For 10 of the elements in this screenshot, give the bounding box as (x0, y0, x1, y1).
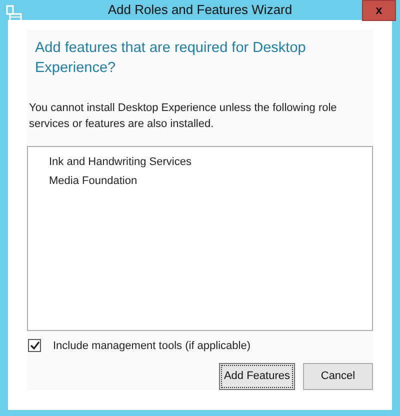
description-text: You cannot install Desktop Experience unless the following role services or features are also installed. (29, 100, 338, 132)
feature-item[interactable]: Ink and Handwriting Services (49, 152, 372, 172)
dialog-heading: Add features that are required for Desktop Experience? (35, 38, 307, 78)
checkbox-label: Include management tools (if applicable) (53, 338, 251, 354)
add-features-button[interactable]: Add Features (218, 363, 295, 390)
feature-item[interactable]: Media Foundation (49, 172, 372, 190)
cancel-button[interactable]: Cancel (303, 363, 373, 390)
close-button[interactable]: x (362, 0, 396, 21)
window-title: Add Roles and Features Wizard (108, 1, 292, 19)
include-tools-checkbox[interactable] (28, 339, 41, 352)
